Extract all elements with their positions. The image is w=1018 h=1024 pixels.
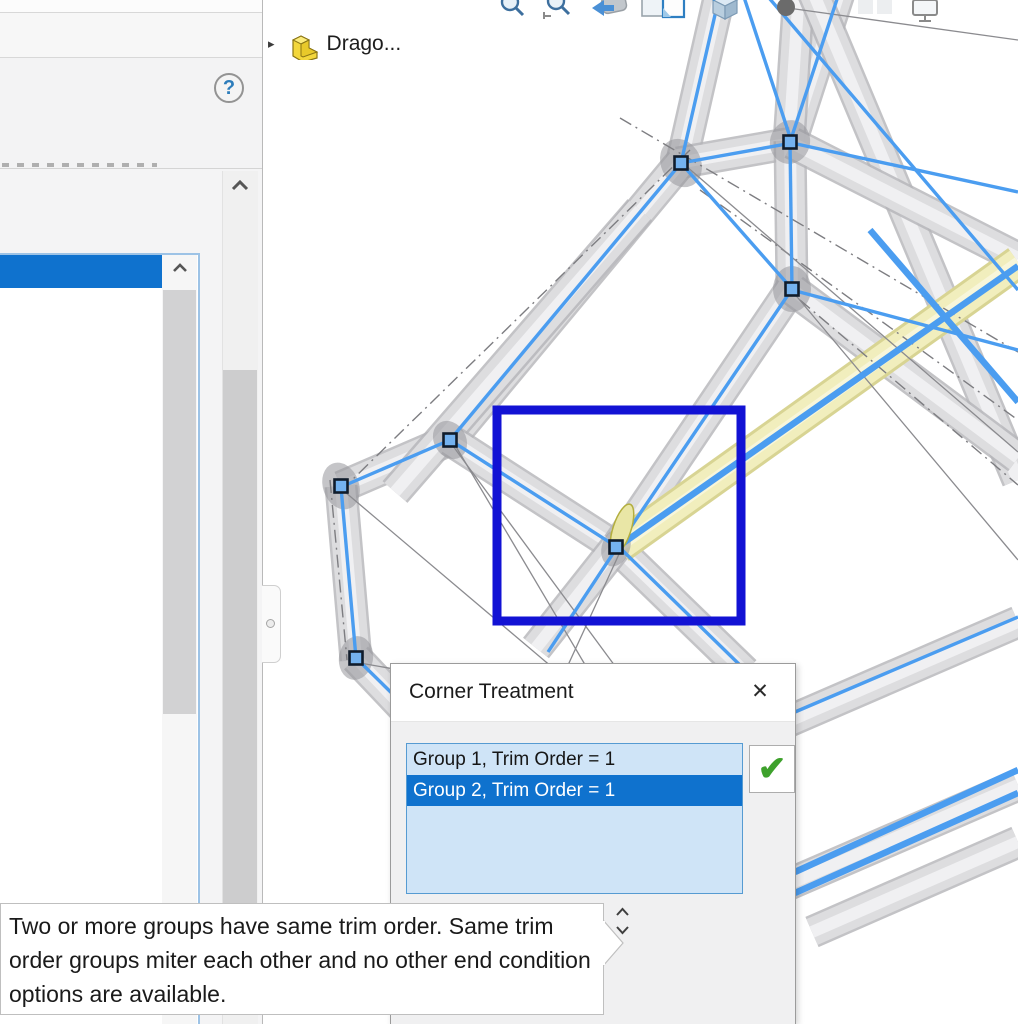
tooltip-arrow	[603, 919, 625, 967]
panel-scrollbar-thumb[interactable]	[223, 370, 257, 965]
sketch-vertex-marker[interactable]	[784, 136, 797, 149]
tooltip-text: Two or more groups have same trim order.…	[9, 913, 591, 1007]
edit-appearance-icon[interactable]	[770, 0, 800, 20]
help-button[interactable]: ?	[214, 73, 244, 103]
expand-arrow-icon[interactable]: ▸	[268, 36, 275, 52]
listbox-scrollbar-up-icon[interactable]	[162, 257, 197, 287]
panel-toolbar-strip	[0, 13, 262, 58]
checkmark-icon: ✔	[758, 750, 787, 788]
close-icon[interactable]: ✕	[747, 679, 773, 705]
listbox-scrollbar-thumb[interactable]	[163, 290, 196, 714]
ok-button[interactable]: ✔	[749, 745, 795, 793]
sketch-vertex-marker[interactable]	[786, 283, 799, 296]
part-icon	[289, 28, 319, 60]
sketch-vertex-marker[interactable]	[444, 434, 457, 447]
property-manager-panel: ?	[0, 0, 263, 1024]
clipped-text-row	[2, 163, 157, 167]
sketch-vertex-marker[interactable]	[610, 541, 623, 554]
splitter-dot-icon	[266, 619, 275, 628]
spinner-up-icon[interactable]	[615, 907, 630, 917]
previous-view-icon[interactable]	[590, 0, 632, 20]
annotation-view-icon[interactable]	[658, 0, 688, 20]
trim-group-option-selected[interactable]: Group 2, Trim Order = 1	[407, 775, 742, 806]
sketch-vertex-marker[interactable]	[335, 480, 348, 493]
sketch-vertex-marker[interactable]	[675, 157, 688, 170]
panel-header-strip	[0, 0, 262, 13]
feature-tree-item-label[interactable]: Drago...	[327, 32, 402, 56]
panel-splitter-handle[interactable]	[262, 585, 281, 663]
panel-scrollbar-up-icon[interactable]	[222, 173, 258, 203]
view-settings-icon[interactable]	[910, 0, 940, 22]
zoom-to-fit-icon[interactable]	[497, 0, 527, 20]
zoom-to-area-icon[interactable]	[542, 0, 572, 20]
trim-group-listbox[interactable]: Group 1, Trim Order = 1 Group 2, Trim Or…	[406, 743, 743, 894]
apply-scene-icon[interactable]	[855, 0, 895, 20]
heads-up-view-toolbar	[263, 0, 1018, 22]
view-orientation-icon[interactable]	[710, 0, 740, 20]
group-listbox-selected-row[interactable]	[0, 255, 162, 288]
tooltip: Two or more groups have same trim order.…	[0, 903, 604, 1015]
flyout-feature-tree: ▸ Drago...	[268, 26, 401, 62]
trim-group-option[interactable]: Group 1, Trim Order = 1	[407, 744, 742, 775]
dialog-title: Corner Treatment	[409, 680, 574, 704]
sketch-vertex-marker[interactable]	[350, 652, 363, 665]
dialog-titlebar[interactable]: Corner Treatment ✕	[391, 664, 795, 722]
